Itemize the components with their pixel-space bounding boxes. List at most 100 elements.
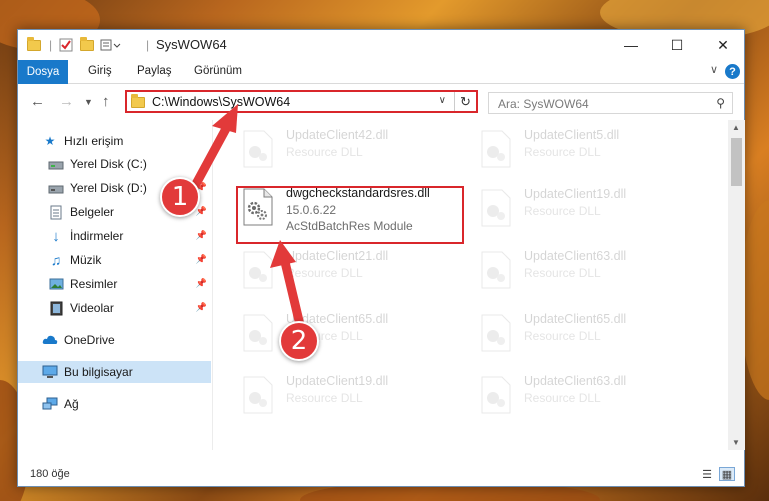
callout-step-1: 1 bbox=[160, 177, 200, 217]
pin-icon[interactable]: 📌 bbox=[196, 206, 207, 217]
help-button[interactable]: ? bbox=[725, 64, 740, 79]
document-icon bbox=[48, 204, 64, 220]
dll-file-icon bbox=[481, 376, 511, 414]
file-name: UpdateClient19.dll bbox=[286, 374, 389, 388]
file-item[interactable]: UpdateClient5.dll Resource DLL bbox=[476, 126, 702, 174]
dll-file-icon bbox=[243, 376, 273, 414]
sidebar-item-label: OneDrive bbox=[64, 333, 115, 347]
pin-icon[interactable]: 📌 bbox=[196, 254, 207, 265]
sidebar-item-this-pc[interactable]: Bu bilgisayar bbox=[18, 361, 211, 383]
sidebar-item-network[interactable]: Ağ bbox=[18, 393, 211, 415]
new-folder-icon[interactable] bbox=[80, 36, 94, 53]
download-icon: ↓ bbox=[52, 227, 60, 245]
file-name: UpdateClient65.dll bbox=[524, 312, 627, 326]
pictures-icon bbox=[48, 276, 64, 292]
forward-arrow-icon[interactable]: → bbox=[59, 93, 74, 110]
file-item[interactable]: UpdateClient63.dll Resource DLL bbox=[476, 372, 702, 420]
file-description: Resource DLL bbox=[524, 329, 601, 343]
file-list: UpdateClient42.dll Resource DLL UpdateCl… bbox=[214, 120, 728, 450]
file-description: Resource DLL bbox=[524, 266, 601, 280]
cloud-icon bbox=[42, 332, 58, 348]
star-icon: ★ bbox=[44, 134, 56, 148]
video-icon bbox=[48, 300, 64, 316]
sidebar-item-onedrive[interactable]: OneDrive bbox=[18, 329, 211, 351]
up-arrow-icon[interactable]: ↑ bbox=[102, 93, 110, 110]
file-item[interactable]: UpdateClient21.dll Resource DLL bbox=[238, 247, 464, 295]
file-item[interactable]: UpdateClient65.dll Resource DLL bbox=[476, 310, 702, 358]
file-name: UpdateClient5.dll bbox=[524, 128, 620, 142]
file-item[interactable]: UpdateClient19.dll Resource DLL bbox=[238, 372, 464, 420]
scroll-down-icon[interactable]: ▼ bbox=[732, 438, 740, 447]
file-item[interactable]: UpdateClient65.dll Resource DLL bbox=[238, 310, 464, 358]
sidebar-item-local-disk-c[interactable]: Yerel Disk (C:) bbox=[18, 153, 211, 175]
dll-file-icon bbox=[481, 314, 511, 352]
maximize-button[interactable]: ☐ bbox=[654, 30, 700, 60]
sidebar-item-pictures[interactable]: Resimler 📌 bbox=[18, 273, 211, 295]
tab-share[interactable]: Paylaş bbox=[137, 65, 172, 77]
scrollbar-thumb[interactable] bbox=[731, 138, 742, 186]
sidebar-item-quick-access[interactable]: ★ Hızlı erişim bbox=[18, 130, 211, 152]
title-bar: | | SysWOW64 — ☐ ✕ bbox=[18, 30, 744, 60]
separator: | bbox=[49, 38, 53, 52]
sidebar-item-label: Hızlı erişim bbox=[64, 134, 124, 148]
sidebar-item-label: Yerel Disk (D:) bbox=[70, 181, 147, 195]
ribbon-expand-icon[interactable]: ∨ bbox=[710, 63, 718, 76]
file-name: UpdateClient19.dll bbox=[524, 187, 627, 201]
ribbon-tabs: Dosya Giriş Paylaş Görünüm ∨ ? bbox=[18, 60, 744, 84]
search-placeholder: Ara: SysWOW64 bbox=[498, 97, 589, 111]
file-description: Resource DLL bbox=[286, 145, 363, 159]
back-arrow-icon[interactable]: ← bbox=[30, 93, 45, 110]
sidebar-item-label: Videolar bbox=[70, 301, 114, 315]
tab-file[interactable]: Dosya bbox=[18, 60, 68, 84]
address-dropdown-icon[interactable]: ∨ bbox=[439, 95, 446, 106]
file-item[interactable]: UpdateClient63.dll Resource DLL bbox=[476, 247, 702, 295]
drive-icon bbox=[48, 156, 64, 172]
vertical-scrollbar[interactable]: ▲ ▼ bbox=[728, 120, 745, 450]
separator: | bbox=[146, 38, 150, 52]
file-description: Resource DLL bbox=[286, 391, 363, 405]
file-description: Resource DLL bbox=[286, 266, 363, 280]
dll-file-icon bbox=[243, 251, 273, 289]
file-item[interactable]: UpdateClient19.dll Resource DLL bbox=[476, 185, 702, 233]
minimize-button[interactable]: — bbox=[608, 30, 654, 60]
sidebar-item-label: Ağ bbox=[64, 397, 79, 411]
refresh-icon[interactable]: ↻ bbox=[454, 92, 476, 111]
network-icon bbox=[42, 396, 58, 412]
navigation-pane: ★ Hızlı erişim Yerel Disk (C:) Yerel Dis… bbox=[18, 120, 213, 450]
pin-icon[interactable]: 📌 bbox=[196, 302, 207, 313]
file-item[interactable]: UpdateClient42.dll Resource DLL bbox=[238, 126, 464, 174]
scroll-up-icon[interactable]: ▲ bbox=[732, 123, 740, 132]
details-view-icon[interactable]: ☰ bbox=[699, 467, 715, 481]
sidebar-item-music[interactable]: ♫ Müzik 📌 bbox=[18, 249, 211, 271]
search-input[interactable]: Ara: SysWOW64 ⚲ bbox=[488, 92, 733, 114]
file-name: UpdateClient63.dll bbox=[524, 249, 627, 263]
pin-icon[interactable]: 📌 bbox=[196, 230, 207, 241]
sidebar-item-label: Müzik bbox=[70, 253, 102, 267]
window-title: SysWOW64 bbox=[156, 37, 227, 52]
explorer-window: | | SysWOW64 — ☐ ✕ Dosya Giriş Paylaş Gö… bbox=[17, 29, 745, 487]
sidebar-item-videos[interactable]: Videolar 📌 bbox=[18, 297, 211, 319]
search-icon[interactable]: ⚲ bbox=[716, 96, 725, 110]
pin-icon[interactable]: 📌 bbox=[196, 278, 207, 289]
sidebar-item-label: Yerel Disk (C:) bbox=[70, 157, 147, 171]
dll-file-icon bbox=[481, 251, 511, 289]
tiles-view-icon[interactable]: ▦ bbox=[719, 467, 735, 481]
sidebar-item-label: Bu bilgisayar bbox=[64, 365, 133, 379]
dll-file-icon bbox=[243, 314, 273, 352]
properties-icon[interactable] bbox=[59, 37, 73, 53]
close-button[interactable]: ✕ bbox=[700, 30, 746, 60]
file-name: UpdateClient21.dll bbox=[286, 249, 389, 263]
callout-step-2: 2 bbox=[279, 321, 319, 361]
tab-home[interactable]: Giriş bbox=[88, 65, 112, 77]
dll-file-icon bbox=[481, 189, 511, 227]
folder-icon[interactable] bbox=[27, 36, 41, 53]
tab-view[interactable]: Görünüm bbox=[194, 65, 242, 77]
dll-file-icon bbox=[481, 130, 511, 168]
file-description: Resource DLL bbox=[524, 145, 601, 159]
address-bar[interactable]: C:\Windows\SysWOW64 ∨ ↻ bbox=[125, 90, 478, 113]
address-text[interactable]: C:\Windows\SysWOW64 bbox=[152, 95, 290, 109]
recent-locations-icon[interactable]: ▼ bbox=[84, 97, 93, 107]
item-count: 180 öğe bbox=[30, 468, 70, 480]
customize-quick-access-icon[interactable] bbox=[100, 37, 122, 53]
sidebar-item-downloads[interactable]: ↓ İndirmeler 📌 bbox=[18, 225, 211, 247]
